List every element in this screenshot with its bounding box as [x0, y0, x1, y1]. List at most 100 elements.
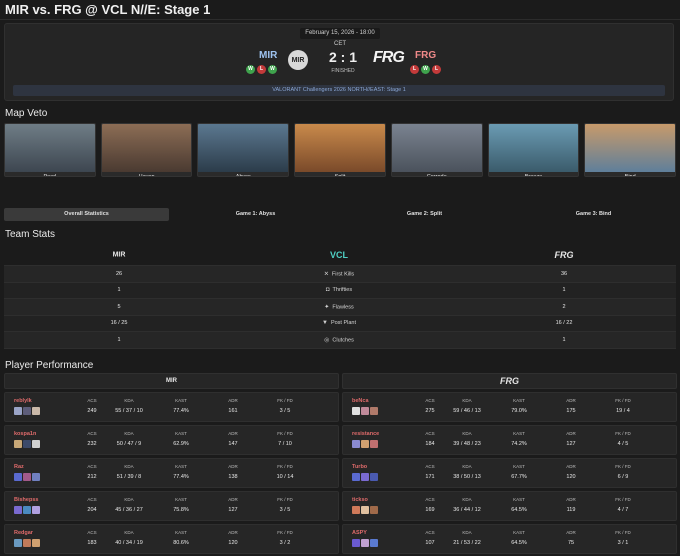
tab-2[interactable]: Game 2: Split — [342, 208, 507, 221]
veto-card[interactable]: AbyssMIRPick — [197, 123, 290, 177]
stat-label: KAST — [513, 497, 525, 502]
map-image — [198, 124, 289, 172]
form-badge: W — [268, 65, 277, 74]
stat-value: 4 / 5 — [617, 441, 629, 447]
player-row[interactable]: tickso ACS 169 KDA 36 / 44 / 12 KAST 64.5% ADR 1… — [342, 491, 677, 521]
player-row[interactable]: kospa1n ACS 232 KDA 50 / 47 / 9 KAST 62.9% ADR 1… — [4, 425, 339, 455]
stat-label-text: Thrifties — [332, 287, 353, 294]
player-row[interactable]: Turbo ACS 171 KDA 38 / 50 / 13 KAST 67.7% ADR 12… — [342, 458, 677, 488]
player-name[interactable]: Bishepss — [14, 497, 38, 503]
stat-label: ADR — [228, 464, 238, 469]
event-link[interactable]: VALORANT Challengers 2026 NORTH//EAST: S… — [13, 85, 665, 96]
stat-value: 74.2% — [511, 441, 527, 447]
player-name[interactable]: ASPY — [352, 530, 367, 536]
stat-label: FK / FD — [277, 464, 293, 469]
stat-label: KAST — [513, 431, 525, 436]
team-left-name[interactable]: MIR — [259, 50, 277, 61]
map-image — [585, 124, 676, 172]
tab-3[interactable]: Game 3: Bind — [511, 208, 676, 221]
stat-value: 21 / 53 / 22 — [453, 540, 481, 546]
player-row[interactable]: Raz ACS 212 KDA 51 / 39 / 8 KAST 77.4% ADR 138 FK… — [4, 458, 339, 488]
stat-kda: KDA 39 / 48 / 23 — [442, 431, 492, 447]
veto-card[interactable]: BreezeFRGBan — [487, 123, 580, 177]
stat-label-text: Flawless — [332, 304, 354, 311]
veto-map-name: Corrode — [426, 174, 447, 177]
stat-right-value: 1 — [562, 287, 566, 294]
veto-card[interactable]: BindDecider — [584, 123, 677, 177]
player-row[interactable]: Redgar ACS 183 KDA 40 / 34 / 19 KAST 80.6% ADR 1… — [4, 524, 339, 554]
veto-info: AbyssMIRPick — [198, 174, 288, 176]
player-row[interactable]: resistance ACS 184 KDA 39 / 48 / 23 KAST 74.2%… — [342, 425, 677, 455]
stat-value: 80.6% — [173, 540, 189, 546]
player-name[interactable]: Raz — [14, 464, 24, 470]
stat-value: 75 — [567, 540, 575, 546]
stat-value: 59 / 46 / 13 — [453, 408, 481, 414]
agent-icon — [32, 506, 40, 514]
player-row[interactable]: Bishepss ACS 204 KDA 45 / 36 / 27 KAST 75.8% AD… — [4, 491, 339, 521]
title-divider — [0, 19, 680, 20]
stat-left-value: 5 — [117, 303, 121, 310]
stat-label: KAST — [513, 530, 525, 535]
stat-value: 67.7% — [511, 474, 527, 480]
player-name[interactable]: Redgar — [14, 530, 33, 536]
agent-icon — [32, 539, 40, 547]
player-name[interactable]: reblylk — [14, 398, 32, 404]
form-badge: L — [432, 65, 441, 74]
veto-card[interactable]: SplitFRGPick — [294, 123, 386, 177]
player-name[interactable]: tickso — [352, 497, 368, 503]
veto-card[interactable]: HavenFRGBan — [100, 123, 193, 177]
player-row[interactable]: reblylk ACS 249 KDA 55 / 37 / 10 KAST 77.4% ADR… — [4, 392, 339, 422]
agent-icon — [361, 473, 369, 481]
agent-icon — [23, 407, 31, 415]
agent-icon — [32, 473, 40, 481]
stat-kast: KAST 77.4% — [156, 464, 206, 480]
player-name[interactable]: Turbo — [352, 464, 367, 470]
stat-row: 1 ◘ Thrifties 1 — [4, 282, 676, 299]
stat-value: 161 — [228, 408, 238, 414]
agent-icon — [352, 506, 360, 514]
stat-kast: KAST 79.0% — [494, 398, 544, 414]
stat-kda: KDA 59 / 46 / 13 — [442, 398, 492, 414]
stat-label: ADR — [228, 431, 238, 436]
stat-value: 10 / 14 — [276, 474, 294, 480]
tab-0[interactable]: Overall Statistics — [4, 208, 169, 221]
stat-row: 1 ◎ Clutches 1 — [4, 332, 676, 349]
stat-value: 7 / 10 — [278, 441, 292, 447]
agent-icon — [370, 506, 378, 514]
players-panel-right-header: FRG — [342, 373, 677, 389]
stat-label: ◘ Thrifties — [254, 287, 424, 293]
stat-label: KDA — [124, 431, 134, 436]
stat-fkfd: FK / FD 7 / 10 — [260, 431, 310, 447]
stat-kast: KAST 64.5% — [494, 530, 544, 546]
agent-icon — [361, 407, 369, 415]
stat-adr: ADR 161 — [208, 398, 258, 414]
veto-info: BreezeFRGBan — [489, 174, 579, 176]
player-row[interactable]: ASPY ACS 107 KDA 21 / 53 / 22 KAST 64.5% ADR 75 F… — [342, 524, 677, 554]
player-name[interactable]: beNca — [352, 398, 369, 404]
map-image — [101, 124, 192, 172]
veto-card[interactable]: PearlMIRBan — [4, 123, 96, 177]
player-name[interactable]: kospa1n — [14, 431, 36, 437]
stat-label: ◎ Clutches — [254, 336, 424, 343]
veto-card[interactable]: CorrodeMIRBan — [390, 123, 483, 177]
tab-1[interactable]: Game 1: Abyss — [173, 208, 338, 221]
veto-map-name: Pearl — [43, 174, 57, 177]
mir-logo-icon: MIR — [166, 378, 177, 384]
stat-value: 120 — [228, 540, 238, 546]
agent-icon — [361, 440, 369, 448]
veto-info: PearlMIRBan — [5, 174, 95, 177]
player-name[interactable]: resistance — [352, 431, 379, 437]
match-status: FINISHED — [331, 68, 355, 74]
stat-kast: KAST 80.6% — [156, 530, 206, 546]
stat-value: 120 — [566, 474, 576, 480]
stat-label: ▼ Post Plant — [254, 320, 424, 326]
agent-icon — [370, 539, 378, 547]
stat-icon: ✕ — [323, 271, 329, 278]
agent-icon — [14, 473, 22, 481]
player-row[interactable]: beNca ACS 275 KDA 59 / 46 / 13 KAST 79.0% ADR 17… — [342, 392, 677, 422]
stat-adr: ADR 127 — [546, 431, 596, 447]
stat-label: KDA — [462, 464, 472, 469]
stat-right-value: 16 / 22 — [555, 320, 573, 327]
team-right-name[interactable]: FRG — [415, 50, 436, 61]
players-left-list: reblylk ACS 249 KDA 55 / 37 / 10 KAST 77.4% ADR… — [4, 392, 339, 554]
